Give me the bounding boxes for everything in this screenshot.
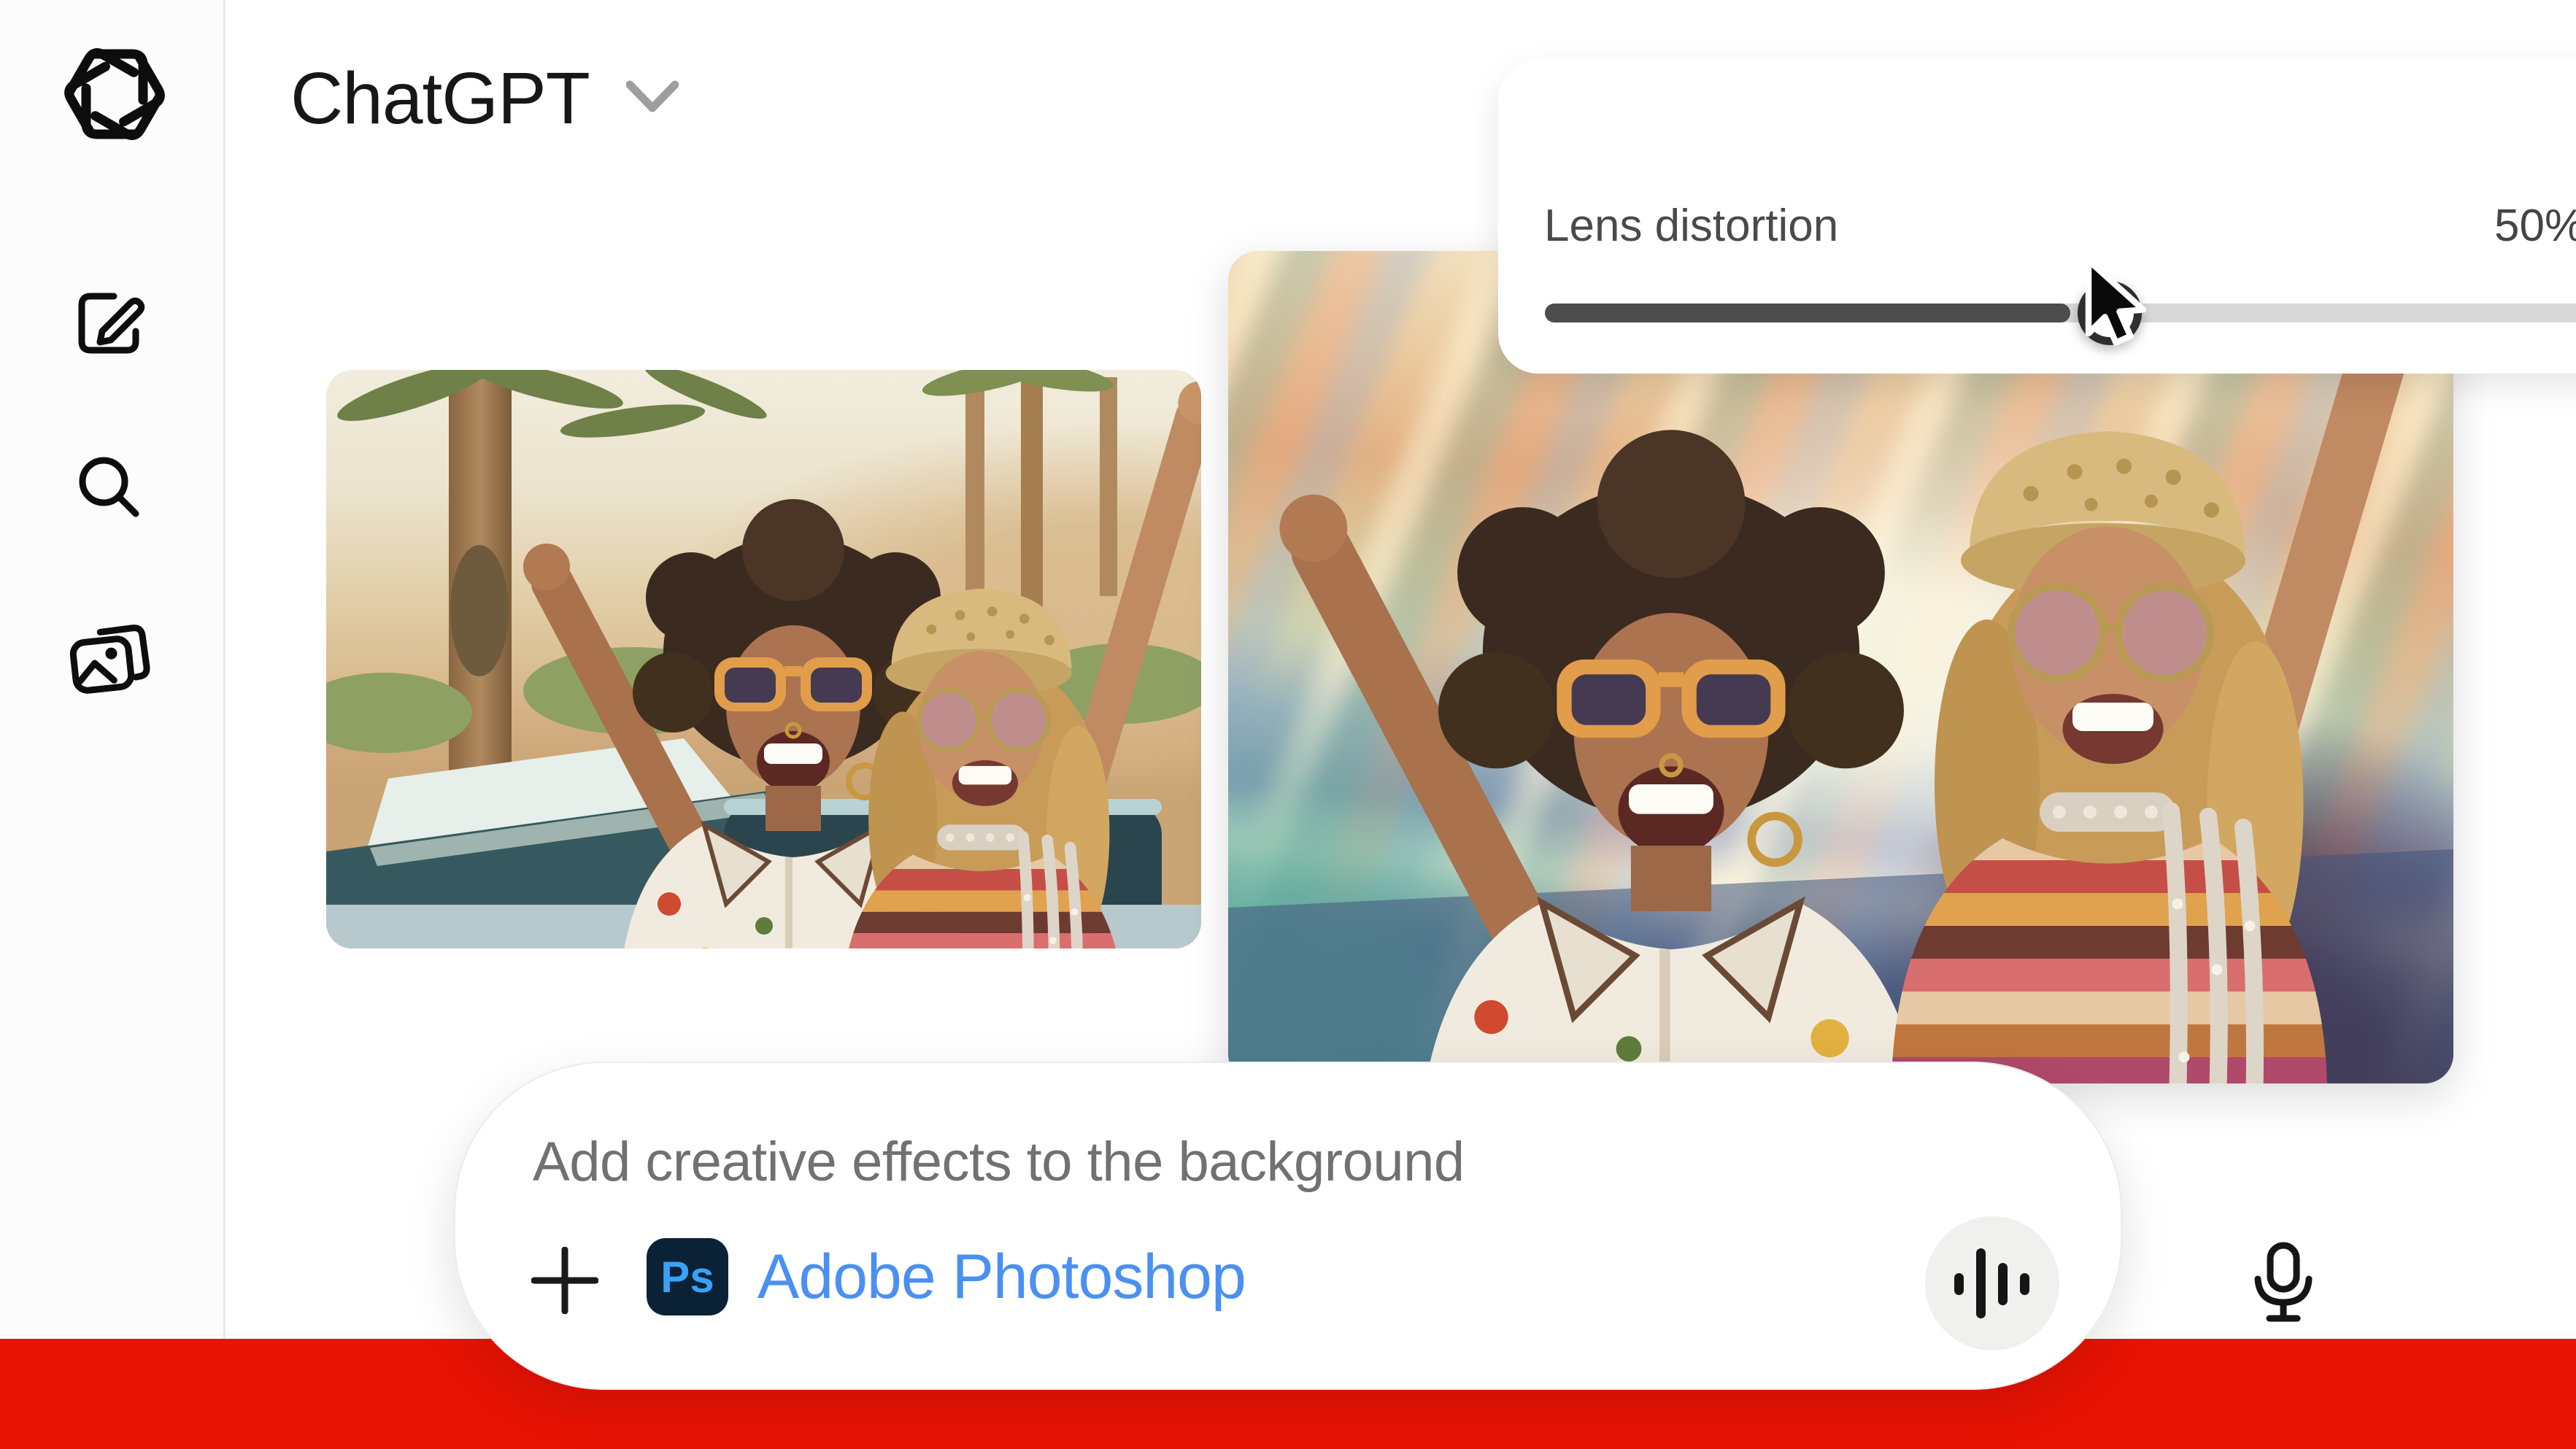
library-icon[interactable] (67, 614, 155, 704)
voice-mode-button[interactable] (1925, 1216, 2059, 1351)
search-icon[interactable] (73, 451, 146, 526)
voice-waveform-icon (1948, 1240, 2036, 1327)
attach-plus-button[interactable] (531, 1247, 598, 1314)
sidebar (0, 0, 225, 1449)
plus-icon (531, 1247, 598, 1314)
microphone-button[interactable] (2243, 1241, 2324, 1329)
photoshop-app-name: Adobe Photoshop (757, 1241, 1246, 1313)
chevron-down-icon[interactable] (626, 79, 679, 116)
adobe-photoshop-chip[interactable]: Ps Adobe Photoshop (647, 1238, 1246, 1315)
slider-fill (1545, 304, 2070, 322)
lens-distortion-slider[interactable] (1545, 244, 2576, 382)
mouse-cursor-icon (2081, 257, 2169, 370)
photoshop-badge-icon: Ps (647, 1238, 728, 1315)
prompt-card: Add creative effects to the background P… (454, 1062, 2122, 1390)
microphone-icon (2243, 1241, 2324, 1329)
new-chat-icon[interactable] (73, 286, 146, 361)
lens-distortion-panel: Lens distortion 50% (1498, 60, 2576, 374)
page-title: ChatGPT (290, 57, 590, 141)
prompt-input[interactable]: Add creative effects to the background (533, 1130, 1465, 1194)
openai-logo (64, 44, 165, 148)
original-photo (326, 370, 1201, 948)
photo-scene (326, 370, 1201, 948)
